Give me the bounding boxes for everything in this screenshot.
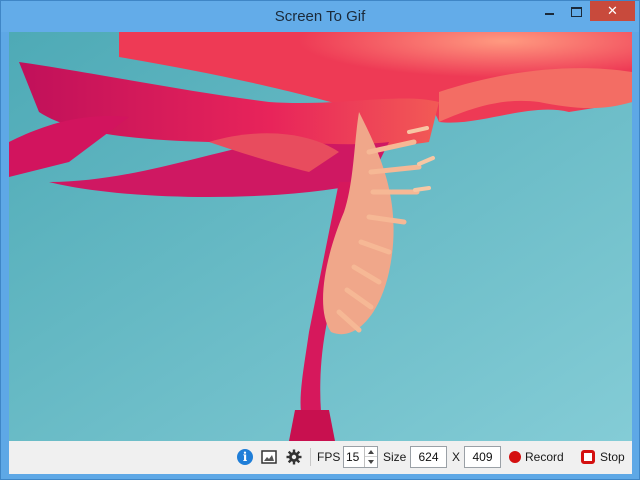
stop-label: Stop: [600, 450, 625, 464]
bottom-toolbar: i FPS 15 Size 624 X 409 Record Stop: [9, 441, 632, 474]
record-label: Record: [525, 450, 564, 464]
spin-down-icon[interactable]: [365, 457, 377, 467]
fps-label: FPS: [317, 450, 341, 464]
app-window: Screen To Gif ✕ i FPS 15 Size 624 X 409 …: [0, 0, 640, 480]
stop-icon: [581, 450, 595, 464]
height-input[interactable]: 409: [464, 446, 501, 468]
fps-value: 15: [346, 450, 360, 464]
size-separator-label: X: [452, 450, 461, 464]
fps-stepper[interactable]: 15: [343, 446, 378, 468]
close-button[interactable]: ✕: [590, 1, 635, 21]
image-icon[interactable]: [261, 449, 277, 465]
width-input[interactable]: 624: [410, 446, 447, 468]
record-icon: [509, 451, 521, 463]
info-icon[interactable]: i: [237, 449, 253, 465]
flower-image: [9, 32, 632, 441]
fps-spinner: [364, 447, 377, 467]
maximize-button[interactable]: [565, 1, 587, 21]
minimize-button[interactable]: [538, 1, 560, 21]
size-label: Size: [383, 450, 407, 464]
stop-button[interactable]: Stop: [579, 446, 627, 468]
spin-up-icon[interactable]: [365, 447, 377, 457]
gear-icon[interactable]: [286, 449, 302, 465]
record-button[interactable]: Record: [507, 446, 567, 468]
recording-area: [9, 32, 632, 441]
toolbar-separator: [310, 448, 311, 466]
title-bar[interactable]: Screen To Gif ✕: [1, 1, 639, 32]
